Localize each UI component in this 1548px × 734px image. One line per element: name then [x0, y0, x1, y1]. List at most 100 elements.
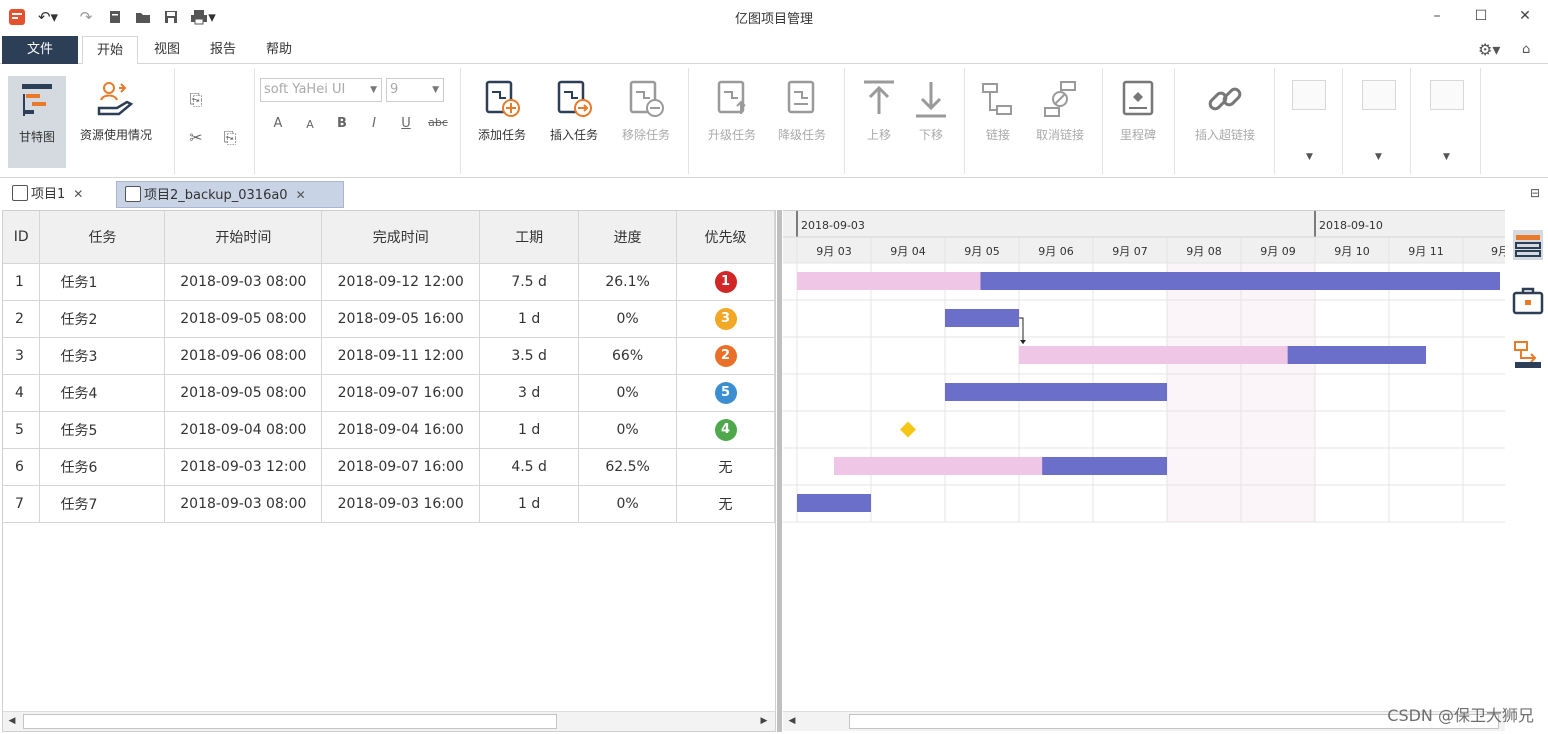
cell-end[interactable]: 2018-09-07 16:00 — [321, 374, 481, 412]
cell-priority[interactable]: 4 — [676, 411, 775, 449]
pane-splitter[interactable] — [777, 210, 782, 732]
scroll-left-icon[interactable]: ◀ — [783, 712, 801, 731]
table-row[interactable]: 5 任务5 2018-09-04 08:00 2018-09-04 16:00 1 d0… — [3, 411, 775, 449]
close-tab-icon[interactable]: ✕ — [73, 181, 83, 208]
cell-task[interactable]: 任务7 — [39, 485, 166, 523]
cell-duration[interactable]: 3 d — [479, 374, 580, 412]
cell-start[interactable]: 2018-09-03 12:00 — [164, 448, 323, 486]
column-header-priority[interactable]: 优先级 — [676, 211, 775, 264]
cell-duration[interactable]: 1 d — [479, 300, 580, 338]
cell-progress[interactable]: 0% — [578, 485, 678, 523]
cut-icon[interactable]: ✂ — [186, 128, 206, 147]
cell-start[interactable]: 2018-09-06 08:00 — [164, 337, 323, 375]
underline-button[interactable]: U — [396, 116, 416, 131]
column-header-progress[interactable]: 进度 — [578, 211, 678, 264]
tab-start[interactable]: 开始 — [82, 36, 138, 65]
column-header-duration[interactable]: 工期 — [479, 211, 580, 264]
tab-help[interactable]: 帮助 — [254, 36, 304, 64]
cell-id[interactable]: 1 — [3, 263, 41, 301]
doc-tab-2[interactable]: 项目2_backup_0316a0 ✕ — [116, 181, 344, 208]
resource-briefcase-icon[interactable] — [1511, 284, 1545, 318]
export-panel-icon[interactable] — [1511, 338, 1545, 372]
table-row[interactable]: 1 任务1 2018-09-03 08:00 2018-09-12 12:00 7.5 … — [3, 263, 775, 301]
column-header-task[interactable]: 任务 — [39, 211, 166, 264]
cell-id[interactable]: 6 — [3, 448, 41, 486]
bold-button[interactable]: B — [332, 116, 352, 131]
insert-task-button[interactable]: 插入任务 — [542, 74, 606, 168]
chevron-down-icon[interactable]: ▼ — [1375, 152, 1382, 162]
style-gallery-thumb-1[interactable] — [1292, 80, 1326, 110]
cell-task[interactable]: 任务1 — [39, 263, 166, 301]
table-row[interactable]: 6 任务6 2018-09-03 12:00 2018-09-07 16:00 4.5 … — [3, 448, 775, 486]
cell-duration[interactable]: 1 d — [479, 411, 580, 449]
find-binoculars-thumb[interactable] — [1430, 80, 1464, 110]
cell-end[interactable]: 2018-09-05 16:00 — [321, 300, 481, 338]
scroll-left-icon[interactable]: ◀ — [3, 712, 21, 731]
cell-start[interactable]: 2018-09-04 08:00 — [164, 411, 323, 449]
grow-font-button[interactable]: A — [268, 116, 288, 131]
minimize-button[interactable]: – — [1422, 5, 1452, 27]
milestone-button[interactable]: 里程碑 — [1108, 74, 1168, 168]
upgrade-task-button[interactable]: 升级任务 — [700, 74, 764, 168]
cell-start[interactable]: 2018-09-03 08:00 — [164, 263, 323, 301]
resource-usage-button[interactable]: 资源使用情况 — [70, 74, 162, 168]
pin-icon[interactable]: ⊟ — [1530, 186, 1540, 200]
cell-task[interactable]: 任务3 — [39, 337, 166, 375]
table-row[interactable]: 7 任务7 2018-09-03 08:00 2018-09-03 16:00 1 d0… — [3, 485, 775, 523]
close-button[interactable]: ✕ — [1510, 5, 1540, 27]
maximize-button[interactable]: ☐ — [1466, 5, 1496, 27]
copy-icon[interactable]: ⎘ — [186, 90, 206, 110]
move-down-button[interactable]: 下移 — [904, 74, 958, 168]
cell-id[interactable]: 7 — [3, 485, 41, 523]
cell-progress[interactable]: 0% — [578, 374, 678, 412]
style-gallery-thumb-2[interactable] — [1362, 80, 1396, 110]
table-row[interactable]: 3 任务3 2018-09-06 08:00 2018-09-11 12:00 3.5 … — [3, 337, 775, 375]
cell-start[interactable]: 2018-09-03 08:00 — [164, 485, 323, 523]
cell-end[interactable]: 2018-09-03 16:00 — [321, 485, 481, 523]
cell-duration[interactable]: 4.5 d — [479, 448, 580, 486]
add-task-button[interactable]: 添加任务 — [470, 74, 534, 168]
table-row[interactable]: 2 任务2 2018-09-05 08:00 2018-09-05 16:00 1 d0… — [3, 300, 775, 338]
cell-start[interactable]: 2018-09-05 08:00 — [164, 300, 323, 338]
shrink-font-button[interactable]: A — [300, 118, 320, 131]
scrollbar-thumb[interactable] — [23, 714, 557, 729]
collapse-ribbon-icon[interactable]: ⌂ — [1522, 42, 1530, 57]
cell-priority[interactable]: 5 — [676, 374, 775, 412]
settings-gear-icon[interactable]: ⚙▾ — [1478, 40, 1500, 59]
cell-id[interactable]: 2 — [3, 300, 41, 338]
cell-progress[interactable]: 0% — [578, 411, 678, 449]
tab-report[interactable]: 报告 — [198, 36, 248, 64]
cell-duration[interactable]: 1 d — [479, 485, 580, 523]
italic-button[interactable]: I — [364, 116, 384, 131]
strikethrough-button[interactable]: abc — [426, 116, 450, 129]
cell-priority[interactable]: 3 — [676, 300, 775, 338]
cell-id[interactable]: 3 — [3, 337, 41, 375]
doc-tab-1[interactable]: 项目1 ✕ — [4, 181, 112, 208]
cell-end[interactable]: 2018-09-04 16:00 — [321, 411, 481, 449]
cell-id[interactable]: 5 — [3, 411, 41, 449]
gantt-view-button[interactable]: 甘特图 — [8, 76, 66, 168]
table-horizontal-scrollbar[interactable]: ◀ ▶ — [3, 711, 775, 731]
cell-end[interactable]: 2018-09-11 12:00 — [321, 337, 481, 375]
font-family-select[interactable]: soft YaHei UI ▼ — [260, 78, 382, 102]
scroll-right-icon[interactable]: ▶ — [755, 712, 773, 731]
cell-task[interactable]: 任务4 — [39, 374, 166, 412]
cell-id[interactable]: 4 — [3, 374, 41, 412]
cell-duration[interactable]: 3.5 d — [479, 337, 580, 375]
insert-hyperlink-button[interactable]: 插入超链接 — [1180, 74, 1270, 168]
cell-start[interactable]: 2018-09-05 08:00 — [164, 374, 323, 412]
cell-progress[interactable]: 0% — [578, 300, 678, 338]
downgrade-task-button[interactable]: 降级任务 — [770, 74, 834, 168]
column-header-end[interactable]: 完成时间 — [321, 211, 481, 264]
paste-icon[interactable]: ⎘ — [220, 128, 240, 148]
font-size-select[interactable]: 9 ▼ — [386, 78, 444, 102]
cell-end[interactable]: 2018-09-12 12:00 — [321, 263, 481, 301]
cell-progress[interactable]: 66% — [578, 337, 678, 375]
chevron-down-icon[interactable]: ▼ — [1443, 152, 1450, 162]
cell-progress[interactable]: 62.5% — [578, 448, 678, 486]
cell-priority[interactable]: 1 — [676, 263, 775, 301]
link-button[interactable]: 链接 — [968, 74, 1028, 168]
cell-progress[interactable]: 26.1% — [578, 263, 678, 301]
table-row[interactable]: 4 任务4 2018-09-05 08:00 2018-09-07 16:00 3 d0… — [3, 374, 775, 412]
move-up-button[interactable]: 上移 — [852, 74, 906, 168]
